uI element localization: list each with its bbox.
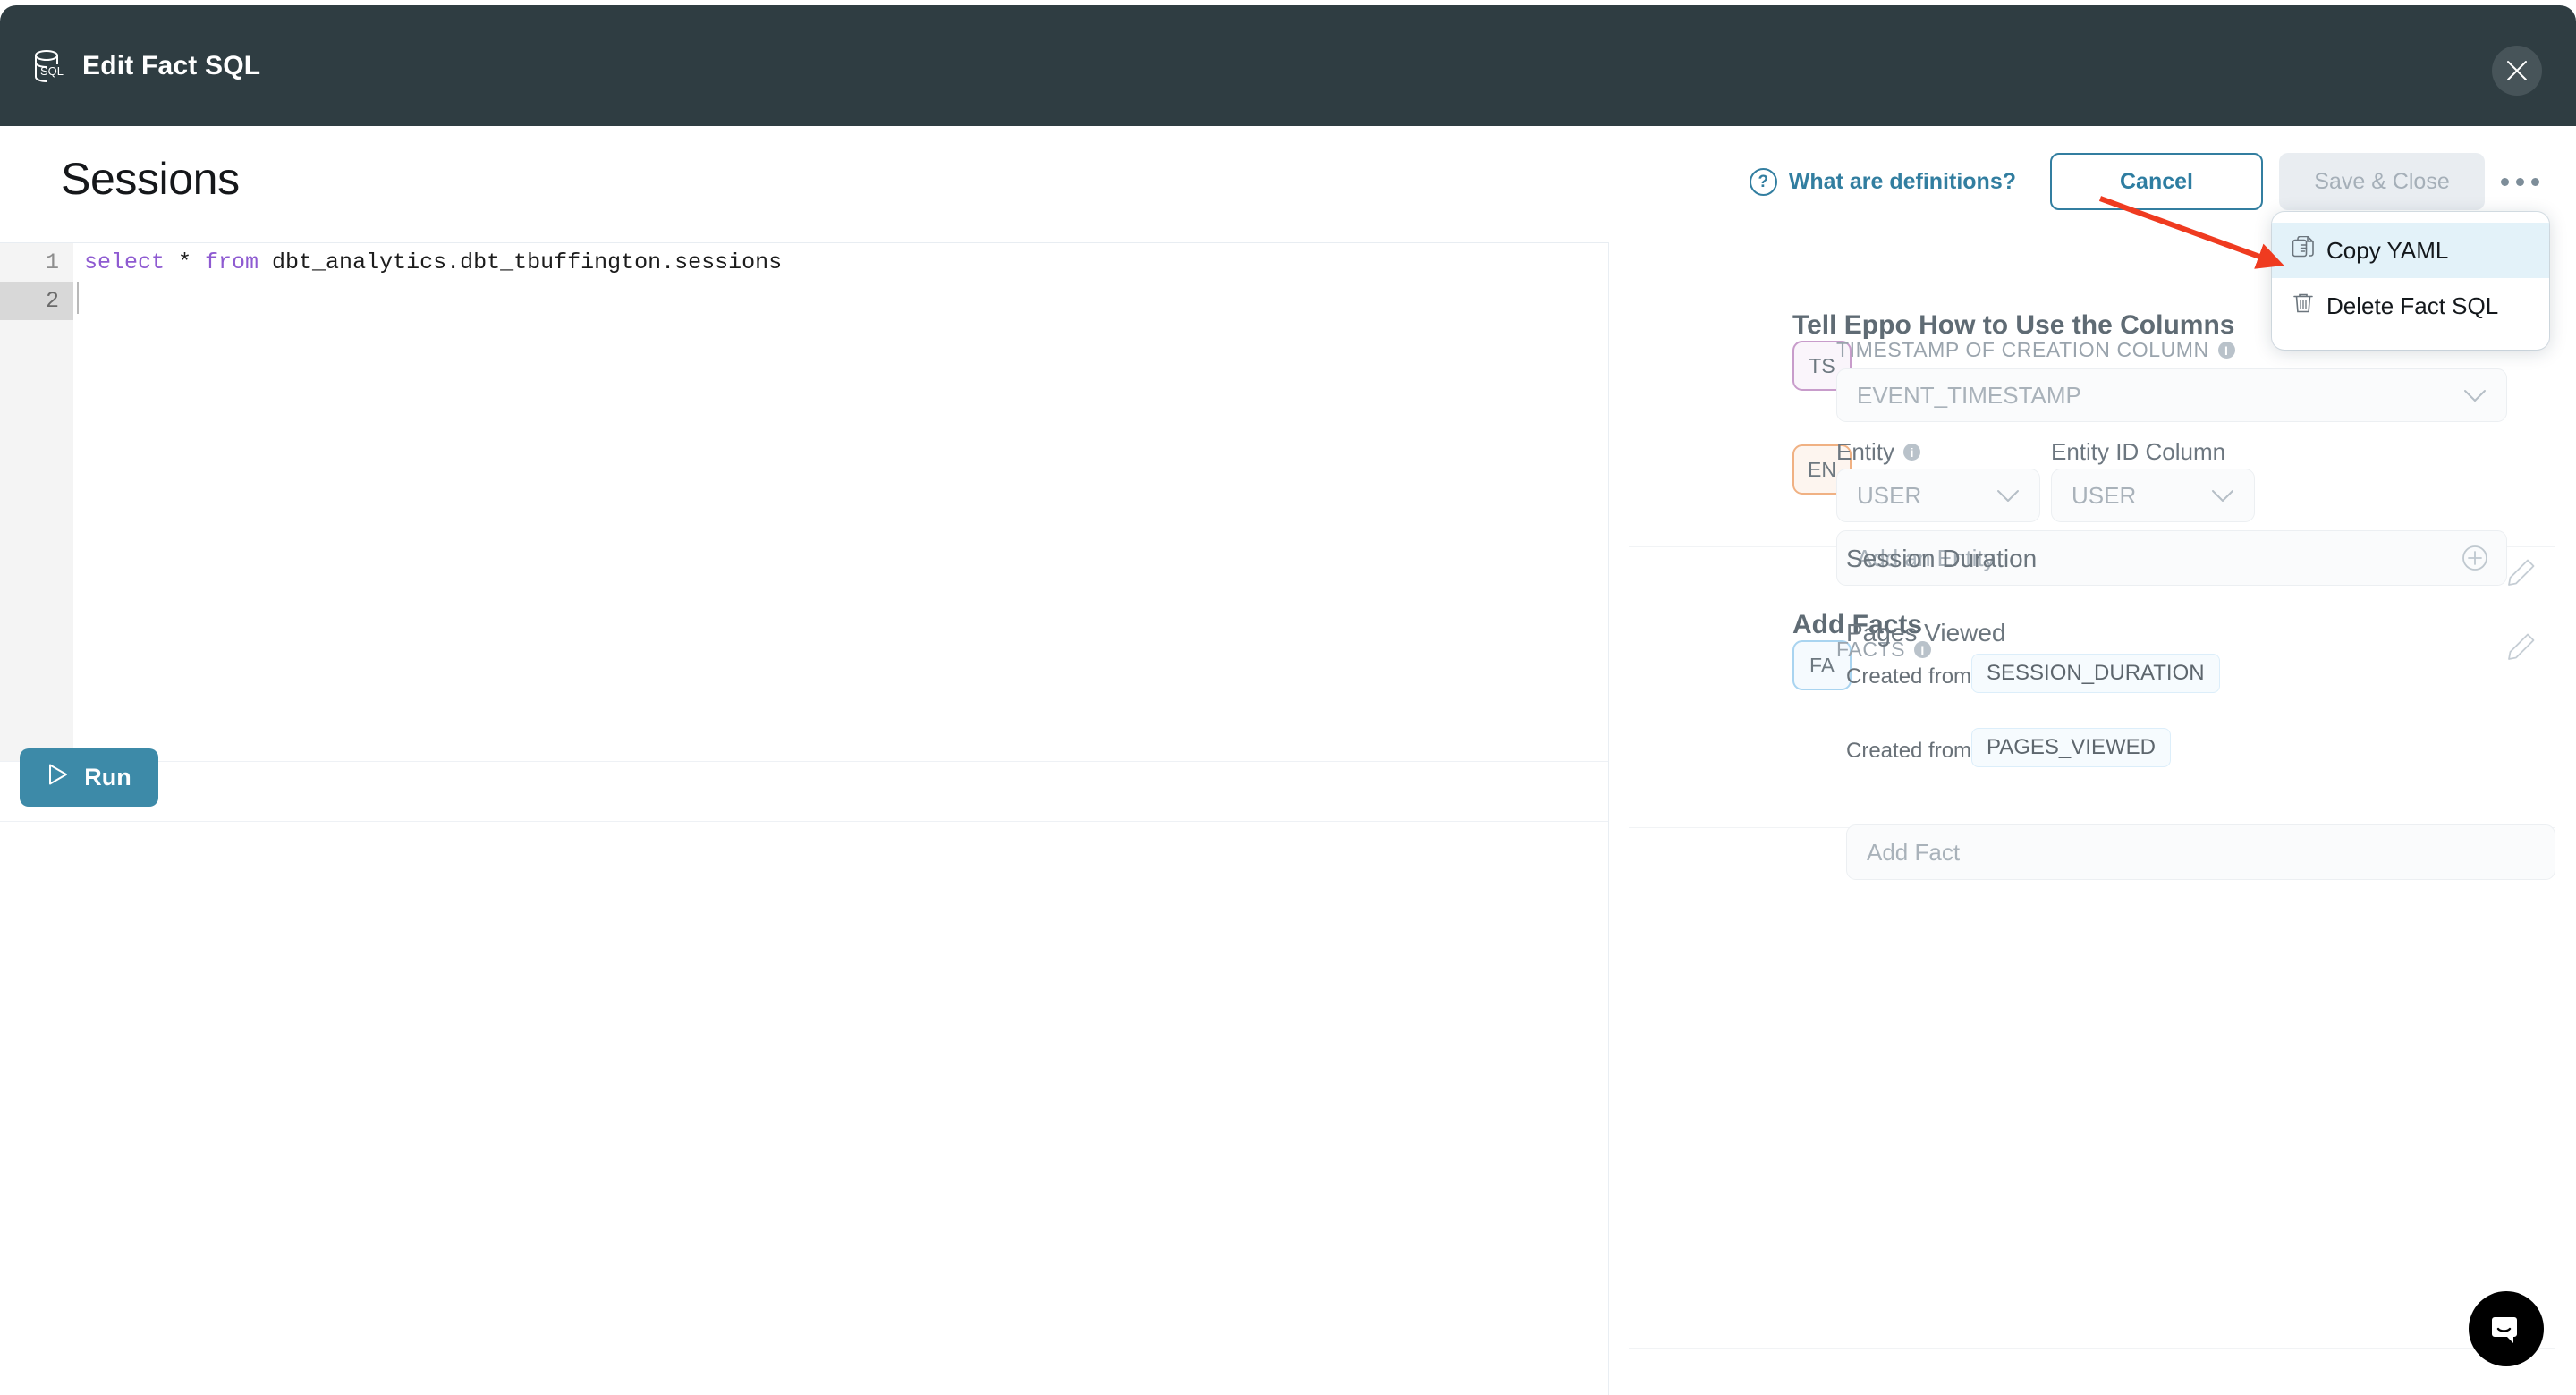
- chevron-down-icon: [2463, 389, 2487, 402]
- menu-item-label: Delete Fact SQL: [2326, 292, 2498, 320]
- menu-item-delete-fact-sql[interactable]: Delete Fact SQL: [2272, 278, 2549, 334]
- plus-circle-icon[interactable]: [2462, 545, 2488, 571]
- entity-id-value: USER: [2072, 482, 2136, 510]
- fact-created-from-label: Created from: [1846, 739, 1971, 764]
- cancel-button[interactable]: Cancel: [2050, 153, 2263, 210]
- page-title: Sessions: [61, 153, 240, 205]
- entity-id-label-text: Entity ID Column: [2051, 438, 2225, 466]
- entity-select[interactable]: USER: [1836, 469, 2040, 522]
- text-cursor: [77, 282, 79, 314]
- what-are-definitions-link[interactable]: ? What are definitions?: [1750, 168, 2016, 196]
- line-number: 2: [0, 282, 73, 320]
- fact-created-from-label: Created from: [1846, 664, 1971, 689]
- copy-icon: [2292, 236, 2315, 266]
- svg-text:SQL: SQL: [40, 64, 64, 78]
- question-circle-icon: ?: [1750, 168, 1777, 196]
- fact-name: Session Duration: [1846, 545, 2037, 573]
- line-number: 1: [0, 243, 73, 282]
- timestamp-column-value: EVENT_TIMESTAMP: [1857, 382, 2081, 410]
- info-icon[interactable]: i: [2218, 342, 2235, 359]
- window-title-bar: SQL Edit Fact SQL: [0, 5, 2576, 126]
- columns-section-title: Tell Eppo How to Use the Columns: [1792, 310, 2234, 341]
- what-are-definitions-label: What are definitions?: [1789, 169, 2016, 195]
- pencil-icon[interactable]: [2506, 557, 2537, 588]
- sql-editor-pane[interactable]: 1 2 select * from dbt_analytics.dbt_tbuf…: [0, 242, 1608, 761]
- timestamp-label-text: TIMESTAMP OF CREATION COLUMN: [1836, 338, 2209, 362]
- timestamp-field-label: TIMESTAMP OF CREATION COLUMN i: [1836, 338, 2235, 362]
- timestamp-column-select[interactable]: EVENT_TIMESTAMP: [1836, 368, 2507, 422]
- menu-item-copy-yaml[interactable]: Copy YAML: [2272, 223, 2549, 278]
- app-root: SQL Edit Fact SQL Sessions ? What are de…: [0, 0, 2576, 1395]
- fact-source-column-chip: SESSION_DURATION: [1971, 654, 2220, 693]
- fact-name: Pages Viewed: [1846, 619, 2006, 647]
- editor-run-bar: Run: [0, 761, 1608, 822]
- chevron-down-icon: [2211, 489, 2234, 503]
- intercom-chat-icon[interactable]: [2469, 1291, 2544, 1366]
- chevron-down-icon: [1996, 489, 2020, 503]
- fact-source-column-chip: PAGES_VIEWED: [1971, 728, 2171, 767]
- sql-database-icon: SQL: [27, 46, 66, 86]
- editor-results-area: [0, 822, 1608, 1395]
- pencil-icon[interactable]: [2506, 631, 2537, 662]
- entity-id-column-select[interactable]: USER: [2051, 469, 2255, 522]
- add-fact-row[interactable]: Add Fact: [1846, 824, 2555, 880]
- info-icon[interactable]: i: [1903, 444, 1920, 461]
- run-button-label: Run: [84, 764, 131, 791]
- ellipsis-dot: [2516, 178, 2524, 186]
- more-options-menu: Copy YAML Delete Fact SQL: [2272, 212, 2549, 350]
- more-options-button[interactable]: [2490, 153, 2549, 210]
- entity-label-text: Entity: [1836, 438, 1894, 466]
- toolbar-actions: ? What are definitions? Cancel Save & Cl…: [1750, 153, 2549, 210]
- sql-star: *: [165, 249, 205, 275]
- sql-table-reference: dbt_analytics.dbt_tbuffington.sessions: [258, 249, 782, 275]
- window-title-group: SQL Edit Fact SQL: [27, 46, 260, 86]
- add-fact-placeholder: Add Fact: [1867, 839, 1960, 867]
- ellipsis-dot: [2531, 178, 2539, 186]
- editor-toolbar: Sessions ? What are definitions? Cancel …: [0, 126, 2576, 242]
- trash-icon: [2292, 292, 2315, 321]
- sql-code-content[interactable]: select * from dbt_analytics.dbt_tbuffing…: [73, 243, 1608, 761]
- menu-item-label: Copy YAML: [2326, 237, 2448, 265]
- entity-field-label: Entity i: [1836, 438, 1920, 466]
- entity-id-column-label: Entity ID Column: [2051, 438, 2225, 466]
- play-icon: [47, 762, 70, 793]
- window-title: Edit Fact SQL: [82, 51, 260, 81]
- sql-keyword-select: select: [84, 249, 165, 275]
- save-and-close-button[interactable]: Save & Close: [2279, 153, 2485, 210]
- close-icon[interactable]: [2492, 46, 2542, 96]
- column-config-panel: Tell Eppo How to Use the Columns TS TIME…: [1609, 242, 2576, 1395]
- sql-keyword-from: from: [205, 249, 258, 275]
- ellipsis-dot: [2501, 178, 2509, 186]
- entity-value: USER: [1857, 482, 1921, 510]
- editor-line-number-gutter: 1 2: [0, 243, 73, 761]
- run-button[interactable]: Run: [20, 748, 158, 807]
